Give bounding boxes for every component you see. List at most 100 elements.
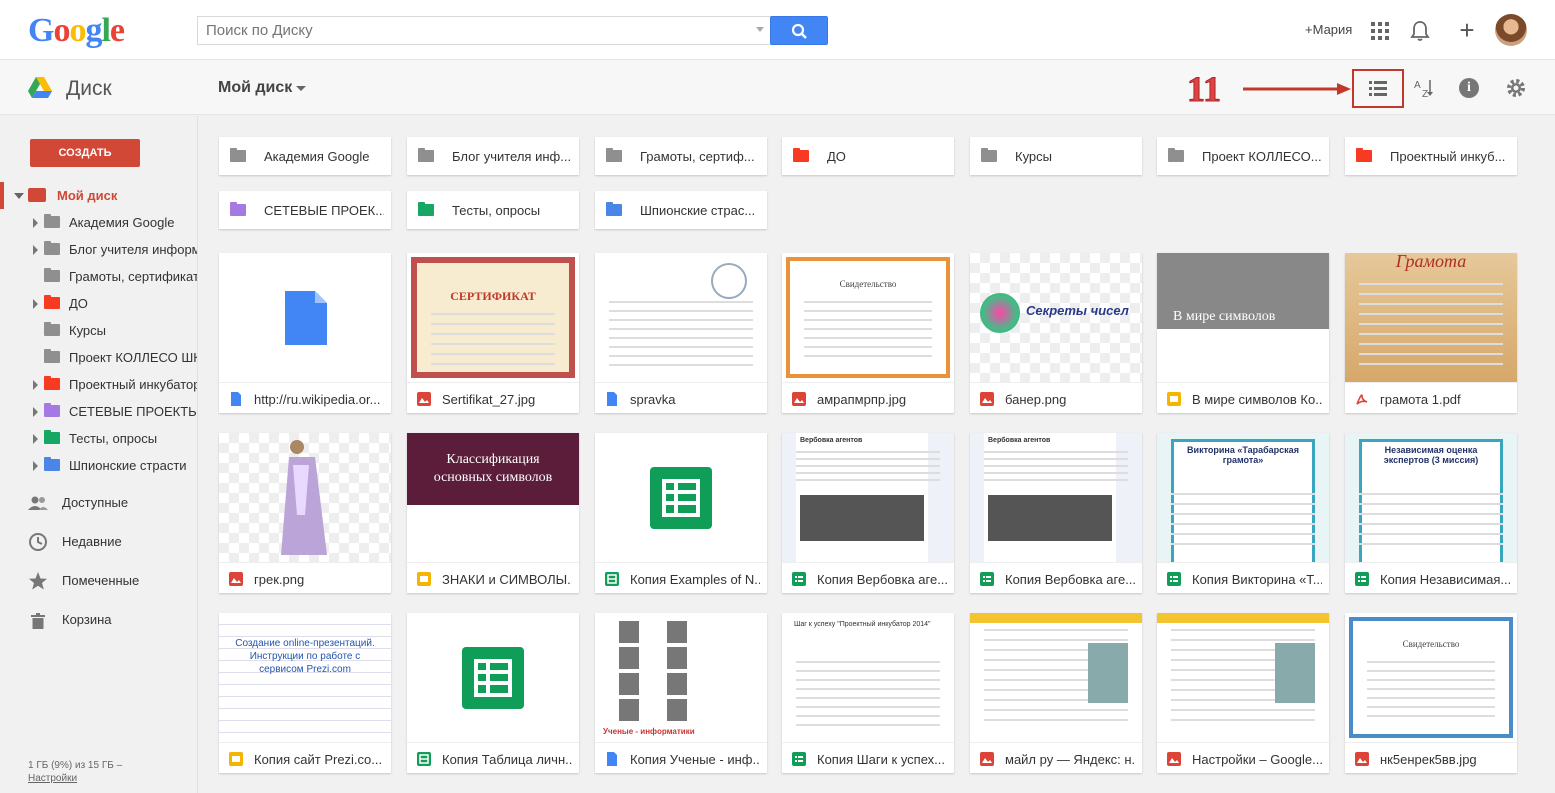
file-card[interactable]: http://ru.wikipedia.or... bbox=[219, 253, 391, 413]
folder-card[interactable]: Шпионские страс... bbox=[595, 191, 767, 229]
file-card[interactable]: майл ру — Яндекс: н... bbox=[970, 613, 1142, 773]
file-card[interactable]: Шаг к успеху "Проектный инкубатор 2014" К… bbox=[782, 613, 954, 773]
settings-link[interactable]: Настройки bbox=[28, 772, 122, 785]
file-card[interactable]: Викторина «Тарабарская грамота» Копия Вик… bbox=[1157, 433, 1329, 593]
user-name-link[interactable]: +Мария bbox=[1305, 22, 1352, 37]
file-thumbnail bbox=[1157, 613, 1329, 743]
file-card[interactable]: Свидетельство нк5енрек5вв.jpg bbox=[1345, 613, 1517, 773]
user-avatar[interactable] bbox=[1495, 14, 1527, 46]
sidebar-folder-item[interactable]: Блог учителя информатики bbox=[0, 236, 197, 263]
folder-card[interactable]: СЕТЕВЫЕ ПРОЕК... bbox=[219, 191, 391, 229]
search-box bbox=[197, 16, 771, 45]
folder-card[interactable]: Курсы bbox=[970, 137, 1142, 175]
file-card[interactable]: Ученые - информатики Копия Ученые - инф..… bbox=[595, 613, 767, 773]
breadcrumb-my-drive[interactable]: Мой диск bbox=[218, 79, 292, 97]
thumbnail-text: Независимая оценка экспертов (3 миссия) bbox=[1383, 445, 1479, 465]
google-logo[interactable]: Google bbox=[28, 12, 125, 50]
folder-card[interactable]: Проектный инкуб... bbox=[1345, 137, 1517, 175]
expand-arrow-icon[interactable] bbox=[33, 299, 38, 309]
file-card[interactable]: Вербовка агентов Копия Вербовка аге... bbox=[782, 433, 954, 593]
file-card[interactable]: Создание online-презентаций. Инструкции … bbox=[219, 613, 391, 773]
sidebar-folder-item[interactable]: Проект КОЛЛЕСО ШКОЛЫ bbox=[0, 344, 197, 371]
expand-arrow-icon[interactable] bbox=[33, 380, 38, 390]
file-type-icon bbox=[1167, 572, 1181, 586]
google-doc-large-icon bbox=[285, 291, 327, 345]
sidebar-folder-item[interactable]: Проектный инкубатор bbox=[0, 371, 197, 398]
list-view-icon bbox=[1369, 81, 1387, 96]
apps-grid-icon[interactable] bbox=[1371, 22, 1389, 40]
sidebar-folder-item[interactable]: Грамоты, сертификаты bbox=[0, 263, 197, 290]
file-name: http://ru.wikipedia.or... bbox=[254, 392, 381, 407]
storage-usage: 1 ГБ (9%) из 15 ГБ – Настройки bbox=[28, 759, 122, 785]
file-card[interactable]: В мире символов В мире символов Ко... bbox=[1157, 253, 1329, 413]
sidebar-folder-item[interactable]: СЕТЕВЫЕ ПРОЕКТЫ bbox=[0, 398, 197, 425]
sort-az-icon[interactable]: AZ bbox=[1412, 76, 1436, 100]
folder-card[interactable]: Проект КОЛЛЕСО... bbox=[1157, 137, 1329, 175]
sidebar-nav-item[interactable]: Корзина bbox=[0, 605, 197, 635]
file-thumbnail: Свидетельство bbox=[782, 253, 954, 383]
search-input[interactable] bbox=[198, 17, 738, 44]
folder-name: Тесты, опросы bbox=[452, 203, 541, 218]
file-card[interactable]: spravka bbox=[595, 253, 767, 413]
file-card[interactable]: Свидетельство амрапмрпр.jpg bbox=[782, 253, 954, 413]
file-card[interactable]: Настройки – Google... bbox=[1157, 613, 1329, 773]
sidebar-nav-item[interactable]: Помеченные bbox=[0, 566, 197, 596]
folder-icon bbox=[44, 457, 60, 471]
file-thumbnail bbox=[219, 253, 391, 383]
info-icon[interactable]: i bbox=[1459, 78, 1479, 98]
folder-card[interactable]: Тесты, опросы bbox=[407, 191, 579, 229]
file-card[interactable]: Классификация основных символов ЗНАКИ и С… bbox=[407, 433, 579, 593]
file-card[interactable]: Вербовка агентов Копия Вербовка аге... bbox=[970, 433, 1142, 593]
folder-card[interactable]: ДО bbox=[782, 137, 954, 175]
file-name: Копия Шаги к успех... bbox=[817, 752, 945, 767]
file-card[interactable]: Независимая оценка экспертов (3 миссия) К… bbox=[1345, 433, 1517, 593]
thumbnail-text: Викторина «Тарабарская грамота» bbox=[1187, 445, 1299, 465]
sidebar-item-label: ДО bbox=[69, 296, 88, 311]
sidebar-item-my-drive[interactable]: Мой диск bbox=[0, 182, 197, 209]
expand-arrow-icon[interactable] bbox=[33, 461, 38, 471]
search-options-icon[interactable] bbox=[756, 27, 764, 32]
figure-thumb bbox=[219, 433, 391, 562]
file-card[interactable]: Секреты чисел банер.png bbox=[970, 253, 1142, 413]
folder-name: ДО bbox=[827, 149, 846, 164]
sidebar-folder-item[interactable]: Шпионские страсти bbox=[0, 452, 197, 479]
sidebar-nav-item[interactable]: Доступные bbox=[0, 488, 197, 518]
folder-card[interactable]: Грамоты, сертиф... bbox=[595, 137, 767, 175]
google-sheet-large-icon bbox=[462, 647, 524, 709]
sidebar-nav-item[interactable]: Недавние bbox=[0, 527, 197, 557]
quiz-form-thumb: Викторина «Тарабарская грамота» bbox=[1157, 433, 1329, 562]
app-name[interactable]: Диск bbox=[66, 77, 112, 101]
create-button[interactable]: СОЗДАТЬ bbox=[30, 139, 140, 167]
folder-icon bbox=[44, 376, 60, 390]
notifications-bell-icon[interactable] bbox=[1410, 20, 1430, 42]
file-card[interactable]: СЕРТИФИКАТ Sertifikat_27.jpg bbox=[407, 253, 579, 413]
expand-arrow-icon[interactable] bbox=[33, 245, 38, 255]
folder-card[interactable]: Академия Google bbox=[219, 137, 391, 175]
expand-arrow-icon[interactable] bbox=[33, 218, 38, 228]
thumbnail-text: В мире символов bbox=[1173, 309, 1276, 324]
search-button[interactable] bbox=[770, 16, 828, 45]
doc-icon bbox=[607, 752, 617, 766]
folder-card[interactable]: Блог учителя инф... bbox=[407, 137, 579, 175]
share-plus-button[interactable]: + bbox=[1452, 16, 1482, 46]
sidebar-folder-item[interactable]: Академия Google bbox=[0, 209, 197, 236]
folder-icon bbox=[44, 268, 60, 282]
file-card[interactable]: грек.png bbox=[219, 433, 391, 593]
collapse-arrow-icon[interactable] bbox=[14, 193, 24, 199]
sidebar-folder-item[interactable]: Курсы bbox=[0, 317, 197, 344]
thumbnail-text: Секреты чисел bbox=[1026, 303, 1129, 318]
trash-icon bbox=[31, 613, 45, 629]
file-card[interactable]: Грамота грамота 1.pdf bbox=[1345, 253, 1517, 413]
file-thumbnail bbox=[970, 613, 1142, 743]
expand-arrow-icon[interactable] bbox=[33, 407, 38, 417]
sidebar-folder-item[interactable]: Тесты, опросы bbox=[0, 425, 197, 452]
list-view-button[interactable] bbox=[1352, 69, 1404, 108]
sidebar-folder-item[interactable]: ДО bbox=[0, 290, 197, 317]
file-name: ЗНАКИ и СИМВОЛЫ... bbox=[442, 572, 572, 587]
settings-gear-icon[interactable] bbox=[1505, 77, 1527, 99]
selected-indicator bbox=[0, 182, 4, 209]
file-card[interactable]: Копия Examples of N... bbox=[595, 433, 767, 593]
file-card[interactable]: Копия Таблица личн... bbox=[407, 613, 579, 773]
expand-arrow-icon[interactable] bbox=[33, 434, 38, 444]
breadcrumb-dropdown-icon[interactable] bbox=[296, 86, 306, 91]
